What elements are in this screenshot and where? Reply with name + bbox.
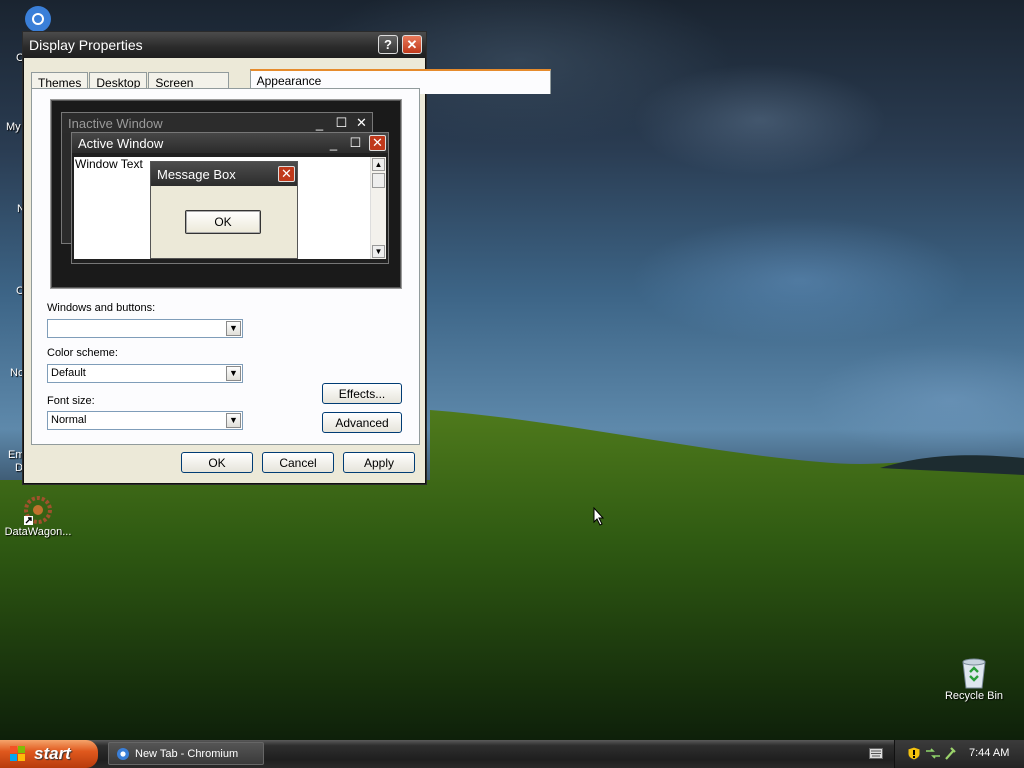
preview-active-window: Active Window _ ☐ ✕ Window Text ▲ ▼ Mess… [71,132,389,264]
font-size-value: Normal [51,414,87,426]
recycle-bin-label: Recycle Bin [944,690,1004,702]
close-icon: ✕ [369,135,386,151]
appearance-panel: Inactive Window _ ☐ ✕ Active Window _ ☐ … [31,88,420,445]
font-size-select[interactable]: Normal ▼ [47,411,243,430]
chevron-down-icon: ▼ [226,321,241,336]
start-label: start [34,744,71,763]
taskbar-item-chromium[interactable]: New Tab - Chromium [108,742,264,765]
close-icon: ✕ [406,36,418,52]
color-scheme-value: Default [51,367,86,379]
scroll-down-icon: ▼ [372,245,385,258]
close-icon: ✕ [278,166,295,182]
preview-inactive-title: Inactive Window [68,115,163,131]
datawagon-label: DataWagon... [4,526,72,538]
display-properties-window: Display Properties ? ✕ Themes Desktop Sc… [22,31,552,485]
preview-active-title: Active Window [78,135,164,151]
maximize-icon: ☐ [335,115,348,130]
window-title: Display Properties [29,37,143,53]
recycle-bin-desktop-icon[interactable]: Recycle Bin [940,656,1008,702]
close-icon: ✕ [356,115,367,130]
preview-scrollbar: ▲ ▼ [370,157,386,259]
color-scheme-label: Color scheme: [47,347,118,359]
preview-window-text: Window Text [75,157,143,171]
help-button[interactable]: ? [378,35,398,54]
taskbar-item-label: New Tab - Chromium [135,747,239,760]
help-icon: ? [384,37,392,52]
advanced-button[interactable]: Advanced [322,412,402,433]
appearance-preview[interactable]: Inactive Window _ ☐ ✕ Active Window _ ☐ … [50,99,402,289]
apply-button[interactable]: Apply [343,452,415,473]
windows-flag-icon [10,746,25,761]
effects-button[interactable]: Effects... [322,383,402,404]
datawagon-icon [24,496,52,525]
maximize-icon: ☐ [349,135,362,150]
scroll-up-icon: ▲ [372,158,385,171]
chevron-down-icon: ▼ [226,413,241,428]
desktop-icon-label[interactable]: My [6,121,21,133]
chevron-down-icon: ▼ [226,366,241,381]
preview-message-title: Message Box [157,166,236,182]
system-tray: 7:44 AM [894,740,1024,768]
keyboard-icon[interactable] [869,748,883,759]
security-shield-icon[interactable] [907,746,921,761]
clock[interactable]: 7:44 AM [969,747,1009,759]
datawagon-desktop-icon[interactable]: DataWagon... [2,494,74,538]
chromium-icon [117,748,129,760]
taskbar: start New Tab - Chromium 7:44 AM [0,740,1024,768]
network-icon[interactable] [925,747,941,760]
windows-buttons-label: Windows and buttons: [47,302,156,314]
color-scheme-select[interactable]: Default ▼ [47,364,243,383]
mouse-cursor-icon [593,507,605,526]
start-button[interactable]: start [0,740,98,768]
safely-remove-icon[interactable] [943,746,957,761]
recycle-bin-icon [962,658,986,689]
minimize-icon: _ [329,135,338,151]
cancel-button[interactable]: Cancel [262,452,334,473]
font-size-label: Font size: [47,395,95,407]
window-titlebar[interactable]: Display Properties ? ✕ [23,32,426,58]
ok-button[interactable]: OK [181,452,253,473]
preview-ok-button: OK [185,210,261,234]
close-button[interactable]: ✕ [402,35,422,54]
minimize-icon: _ [315,115,324,131]
windows-buttons-select[interactable]: ▼ [47,319,243,338]
preview-message-box: Message Box ✕ OK [150,161,298,259]
scroll-thumb [372,173,385,188]
